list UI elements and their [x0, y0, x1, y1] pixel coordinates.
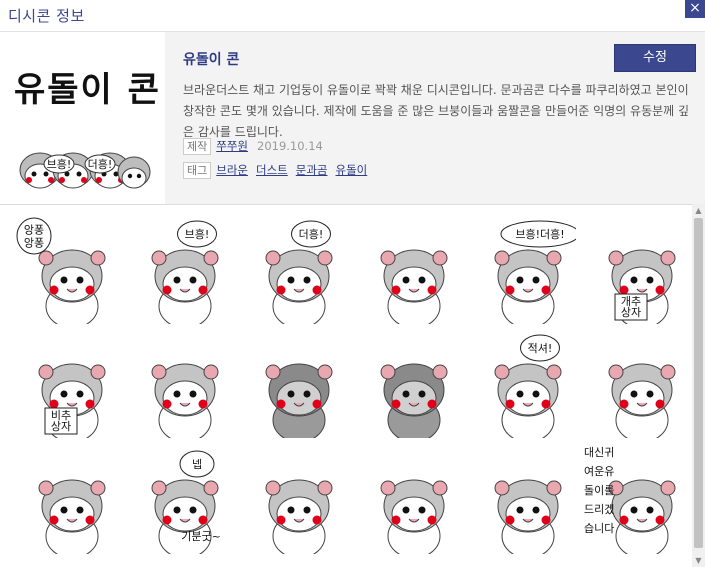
con-name: 유돌이 콘: [183, 52, 240, 68]
sticker-image: [265, 363, 333, 443]
title-bar: 디시콘 정보 ×: [0, 0, 705, 31]
sticker-image: [608, 363, 676, 443]
sticker-image: [494, 479, 562, 559]
sticker-item[interactable]: [352, 214, 462, 329]
tag-link[interactable]: 브라운: [216, 163, 248, 177]
sticker-image: [265, 479, 333, 559]
sticker-image: [380, 249, 448, 329]
sticker-text-line: 여운유: [584, 465, 614, 478]
scrollbar[interactable]: ▲ ▼: [692, 204, 705, 567]
sticker-image: [38, 479, 106, 559]
thumbnail-art: 브흥! 더흥!: [19, 152, 151, 189]
sticker-item[interactable]: 넵기분굿~: [123, 444, 233, 559]
sticker-bubble-text: 적셔!: [528, 342, 553, 355]
sticker-bubble-text: 더흥!: [299, 227, 324, 241]
sticker-image: 더흥!: [265, 220, 333, 329]
tag-row: 태그 브라운 더스트 문과곰 유돌이: [183, 162, 375, 179]
con-thumbnail: 유돌이 콘 브흥! 더흥!: [0, 32, 165, 204]
sticker-item[interactable]: 비추 상자: [10, 328, 120, 443]
sticker-image: [380, 479, 448, 559]
sticker-image: [151, 363, 219, 443]
edit-button[interactable]: 수정: [614, 44, 696, 72]
sticker-image: 개추상자: [608, 249, 676, 329]
scroll-up-icon[interactable]: ▲: [692, 204, 705, 217]
maker-link[interactable]: 쭈쭈원: [216, 139, 248, 153]
sticker-image: [380, 363, 448, 443]
maker-row: 제작 쭈쭈원 2019.10.14: [183, 138, 323, 155]
sticker-item[interactable]: 브흥!더흥!: [466, 214, 580, 329]
sticker-image: 넵기분굿~: [151, 450, 221, 559]
thumbnail-bubble-2: 더흥!: [88, 157, 113, 171]
sticker-text-line: 돌이를: [584, 484, 614, 497]
tag-link[interactable]: 더스트: [256, 163, 288, 177]
sticker-bubble-text: 앙퐁: [24, 224, 44, 237]
window-title: 디시콘 정보: [8, 7, 85, 25]
sticker-item[interactable]: [10, 444, 120, 559]
sticker-item[interactable]: 앙퐁 앙퐁: [10, 214, 120, 329]
maker-label: 제작: [183, 138, 212, 155]
sticker-bubble-text: 브흥!더흥!: [515, 227, 564, 241]
sticker-caption: 기분굿~: [181, 530, 221, 543]
tag-label: 태그: [183, 162, 212, 179]
close-button[interactable]: ×: [685, 0, 705, 18]
sticker-image: 적셔!: [494, 334, 562, 443]
sticker-box-text: 상자: [51, 420, 71, 433]
scroll-down-icon[interactable]: ▼: [692, 554, 705, 567]
sticker-item[interactable]: 브흥!: [123, 214, 233, 329]
sticker-item[interactable]: [123, 328, 233, 443]
sticker-image: 브흥!: [151, 220, 219, 329]
sticker-box-text: 상자: [621, 306, 641, 319]
sticker-image: 앙퐁앙퐁: [16, 217, 106, 329]
con-description: 브라운더스트 채고 기업둥이 유돌이로 꽉꽉 채운 디시콘입니다. 문과곰콘 다…: [183, 83, 690, 139]
sticker-text-line: 습니다: [584, 522, 614, 535]
sticker-item[interactable]: 대신귀여운유돌이를드리겠습니다: [580, 444, 690, 559]
sticker-item[interactable]: 적셔!: [466, 328, 576, 443]
sticker-bubble-text: 넵: [192, 458, 202, 471]
sticker-item[interactable]: [466, 444, 576, 559]
sticker-item[interactable]: [580, 328, 690, 443]
sticker-item[interactable]: [352, 444, 462, 559]
sticker-image: 비추상자: [38, 363, 106, 443]
thumbnail-bubble-1: 브흥!: [47, 157, 72, 171]
sticker-item[interactable]: [352, 328, 462, 443]
sticker-grid: 앙퐁 앙퐁 브흥! 더흥! 브흥!더흥! 개추 상자 비추 상자 적셔! 넵 기분굿~ 대신귀 여운유 돌이…: [0, 204, 692, 567]
con-info-panel: 유돌이 콘 브흥! 더흥! 유돌이 콘 수정 브라운더스트 채고 기업둥이 유돌…: [0, 31, 705, 205]
sticker-image: 대신귀여운유돌이를드리겠습니다: [584, 446, 676, 559]
sticker-item[interactable]: [237, 444, 347, 559]
sticker-item[interactable]: 더흥!: [237, 214, 347, 329]
sticker-bubble-text: 앙퐁: [24, 237, 44, 250]
sticker-text-line: 대신귀: [584, 446, 614, 459]
scrollbar-thumb[interactable]: [694, 218, 703, 548]
tag-link[interactable]: 유돌이: [336, 163, 368, 177]
sticker-text-line: 드리겠: [584, 503, 614, 516]
tag-link[interactable]: 문과곰: [296, 163, 328, 177]
sticker-bubble-text: 브흥!: [185, 227, 210, 241]
created-date: 2019.10.14: [257, 139, 323, 153]
sticker-item[interactable]: [237, 328, 347, 443]
sticker-image: 브흥!더흥!: [494, 220, 580, 329]
sticker-item[interactable]: 개추 상자: [580, 214, 690, 329]
